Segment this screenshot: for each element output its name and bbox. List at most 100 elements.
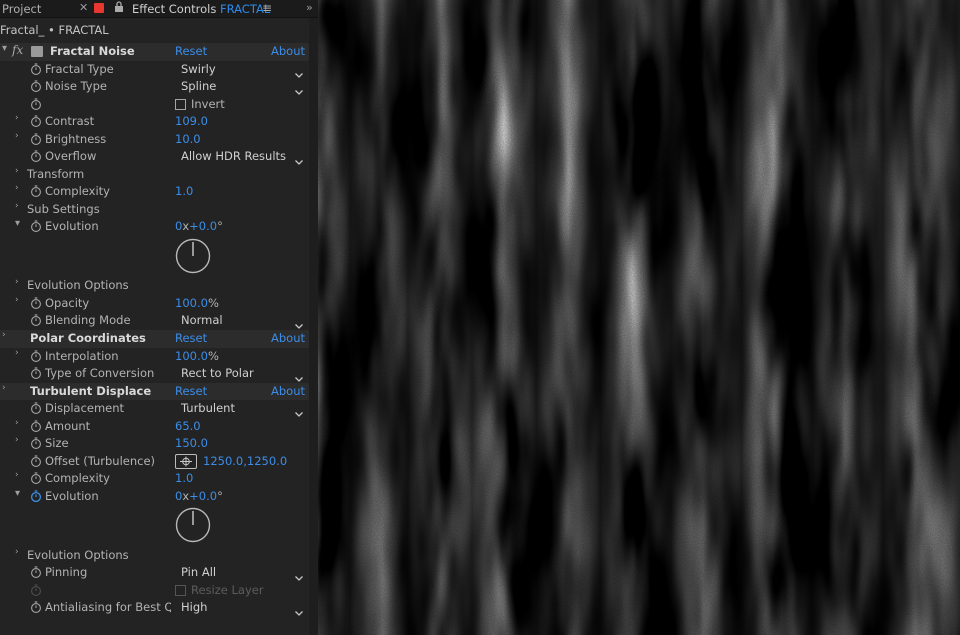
type-of-conversion-dropdown[interactable]: Rect to Polar [175, 366, 303, 382]
displacement-dropdown[interactable]: Turbulent [175, 401, 303, 417]
group-evolution-options[interactable]: › Evolution Options [0, 277, 309, 295]
stopwatch-icon[interactable] [30, 220, 42, 232]
effect-header-fractal-noise[interactable]: ▾ fx Fractal Noise Reset About [0, 43, 309, 61]
twirl-open-icon[interactable]: ▾ [2, 43, 7, 54]
evolution-angle-dial[interactable] [175, 238, 211, 277]
twirl-open-icon[interactable]: ▾ [15, 488, 20, 499]
about-button[interactable]: About [271, 384, 305, 398]
about-button[interactable]: About [271, 331, 305, 345]
complexity-value[interactable]: 1.0 [175, 471, 193, 485]
point-target-button[interactable] [175, 453, 197, 469]
stopwatch-icon[interactable] [30, 62, 42, 75]
noise-type-dropdown[interactable]: Spline [175, 79, 303, 95]
stopwatch-icon[interactable] [30, 185, 42, 197]
invert-checkbox[interactable] [175, 98, 186, 110]
property-label: Opacity [45, 295, 90, 310]
twirl-closed-icon[interactable]: › [15, 277, 19, 287]
stopwatch-icon[interactable] [30, 80, 42, 92]
evolution-degrees[interactable]: +0.0 [189, 489, 217, 503]
property-complexity-turbulent: › Complexity 1.0 [0, 470, 309, 488]
twirl-closed-icon[interactable]: › [15, 418, 19, 428]
twirl-closed-icon[interactable]: › [15, 113, 19, 123]
effect-header-polar-coordinates[interactable]: › Polar Coordinates Reset About [0, 330, 309, 348]
stopwatch-icon[interactable] [30, 601, 42, 613]
panel-overflow-icon[interactable]: » [306, 1, 313, 14]
fractal-type-dropdown[interactable]: Swirly [175, 62, 303, 78]
property-label: Complexity [45, 184, 110, 198]
reset-button[interactable]: Reset [175, 331, 207, 345]
pinning-dropdown[interactable]: Pin All [175, 565, 303, 581]
stopwatch-icon[interactable] [30, 349, 42, 362]
twirl-closed-icon[interactable]: › [2, 383, 6, 393]
overflow-dropdown[interactable]: Allow HDR Results [175, 149, 303, 165]
stopwatch-icon[interactable] [30, 419, 42, 432]
stopwatch-icon[interactable] [30, 150, 42, 162]
interpolation-value[interactable]: 100.0% [175, 349, 219, 363]
interpolation-number[interactable]: 100.0 [175, 349, 208, 363]
property-label: Noise Type [45, 79, 107, 93]
panel-scrollbar[interactable] [309, 18, 318, 635]
tab-effect-controls[interactable]: Effect Controls FRACTAL [132, 2, 270, 16]
property-invert: Invert [0, 96, 309, 114]
dropdown-value: Rect to Polar [181, 366, 254, 380]
twirl-closed-icon[interactable]: › [15, 348, 19, 358]
twirl-open-icon[interactable]: ▾ [15, 218, 20, 229]
lock-icon[interactable] [114, 1, 124, 16]
twirl-closed-icon[interactable]: › [15, 470, 19, 480]
stopwatch-icon[interactable] [30, 115, 42, 127]
stopwatch-icon[interactable] [30, 296, 42, 309]
contrast-value[interactable]: 109.0 [175, 114, 208, 128]
layer-path: Fractal_ • FRACTAL [0, 23, 109, 37]
blending-mode-dropdown[interactable]: Normal [175, 313, 303, 329]
stopwatch-icon[interactable] [30, 566, 42, 578]
property-label: Offset (Turbulence) [45, 453, 156, 468]
antialiasing-dropdown[interactable]: High [175, 600, 303, 616]
complexity-value[interactable]: 1.0 [175, 184, 193, 198]
size-value[interactable]: 150.0 [175, 436, 208, 450]
twirl-closed-icon[interactable]: › [15, 131, 19, 141]
fx-toggle-icon[interactable]: fx [12, 43, 23, 57]
twirl-closed-icon[interactable]: › [15, 435, 19, 445]
twirl-closed-icon[interactable]: › [15, 183, 19, 193]
about-button[interactable]: About [271, 44, 305, 58]
stopwatch-icon[interactable] [30, 132, 42, 145]
property-amount: › Amount 65.0 [0, 418, 309, 436]
evolution-degrees[interactable]: +0.0 [189, 219, 217, 233]
twirl-closed-icon[interactable]: › [15, 166, 19, 176]
amount-value[interactable]: 65.0 [175, 419, 201, 433]
stopwatch-icon[interactable] [30, 367, 42, 379]
reset-button[interactable]: Reset [175, 384, 207, 398]
stopwatch-icon[interactable] [30, 402, 42, 414]
twirl-closed-icon[interactable]: › [15, 295, 19, 305]
property-size: › Size 150.0 [0, 435, 309, 453]
invert-label[interactable]: Invert [191, 97, 225, 111]
effect-header-turbulent-displace[interactable]: › Turbulent Displace Reset About [0, 382, 309, 400]
opacity-number[interactable]: 100.0 [175, 296, 208, 310]
stopwatch-icon[interactable] [30, 97, 42, 110]
evolution-value[interactable]: 0x+0.0° [175, 219, 223, 233]
stopwatch-icon[interactable] [30, 472, 42, 484]
twirl-closed-icon[interactable]: › [2, 330, 6, 340]
property-overflow: Overflow Allow HDR Results [0, 148, 309, 166]
offset-value[interactable]: 1250.0,1250.0 [203, 454, 287, 468]
stopwatch-icon[interactable] [30, 454, 42, 467]
brightness-value[interactable]: 10.0 [175, 132, 201, 146]
stopwatch-icon[interactable] [30, 437, 42, 449]
stopwatch-icon[interactable] [30, 314, 42, 326]
twirl-closed-icon[interactable]: › [15, 547, 19, 557]
evolution-angle-dial[interactable] [175, 507, 211, 546]
group-transform[interactable]: › Transform [0, 166, 309, 184]
panel-menu-icon[interactable]: ≡ [262, 1, 272, 15]
stopwatch-active-icon[interactable] [30, 489, 42, 502]
group-sub-settings[interactable]: › Sub Settings [0, 201, 309, 219]
label-color-swatch[interactable] [94, 3, 104, 13]
opacity-value[interactable]: 100.0% [175, 296, 219, 310]
reset-button[interactable]: Reset [175, 44, 207, 58]
dropdown-value: Pin All [181, 565, 217, 579]
group-evolution-options-turbulent[interactable]: › Evolution Options [0, 547, 309, 565]
evolution-value[interactable]: 0x+0.0° [175, 489, 223, 503]
composition-preview[interactable] [318, 0, 960, 635]
tab-project[interactable]: Project [2, 2, 41, 16]
close-icon[interactable]: ✕ [79, 1, 88, 14]
twirl-closed-icon[interactable]: › [15, 201, 19, 211]
